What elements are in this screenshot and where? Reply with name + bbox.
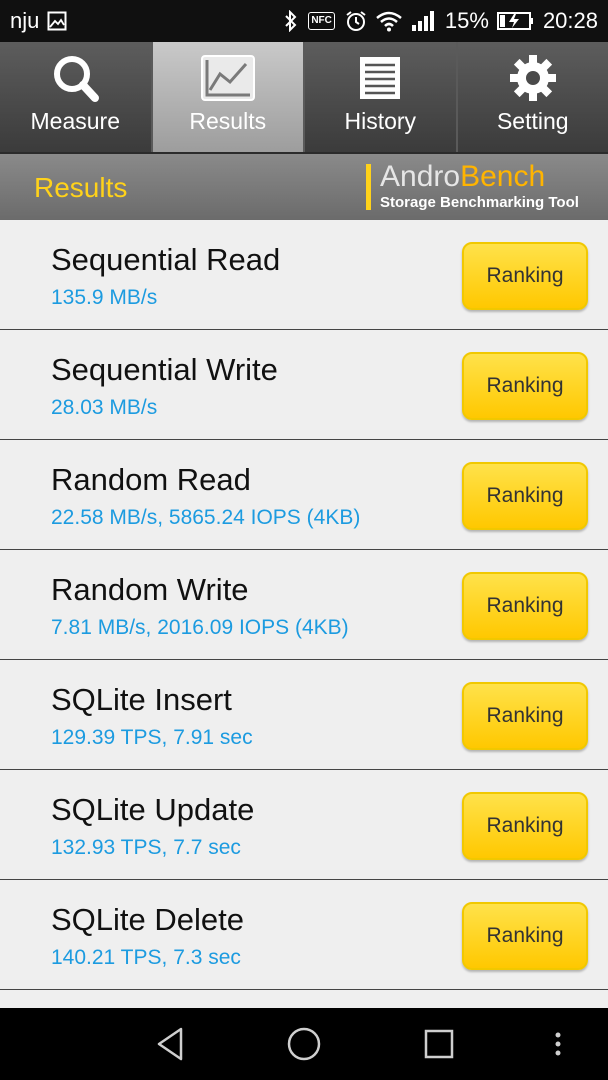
ranking-button[interactable]: Ranking <box>462 242 588 310</box>
result-value: 135.9 MB/s <box>51 286 158 309</box>
home-icon[interactable] <box>282 1022 326 1066</box>
result-value: 7.81 MB/s, 2016.09 IOPS (4KB) <box>51 616 349 639</box>
result-value: 132.93 TPS, 7.7 sec <box>51 836 241 859</box>
ranking-button[interactable]: Ranking <box>462 902 588 970</box>
alarm-icon <box>345 10 367 32</box>
bluetooth-icon <box>284 10 298 32</box>
system-nav-bar <box>0 1008 608 1080</box>
result-name: SQLite Insert <box>51 682 232 717</box>
tab-measure[interactable]: Measure <box>0 42 153 152</box>
back-icon[interactable] <box>148 1024 192 1064</box>
image-icon <box>47 11 67 31</box>
results-list: Sequential Read 135.9 MB/s Ranking Seque… <box>0 220 608 990</box>
result-sqlite-update: SQLite Update 132.93 TPS, 7.7 sec Rankin… <box>0 770 608 880</box>
tab-history[interactable]: History <box>305 42 458 152</box>
result-random-read: Random Read 22.58 MB/s, 5865.24 IOPS (4K… <box>0 440 608 550</box>
ranking-button[interactable]: Ranking <box>462 572 588 640</box>
document-icon <box>352 54 408 102</box>
tab-results[interactable]: Results <box>152 42 305 152</box>
logo-bench: Bench <box>460 160 546 193</box>
ranking-button[interactable]: Ranking <box>462 682 588 750</box>
tab-setting[interactable]: Setting <box>457 42 608 152</box>
result-sequential-write: Sequential Write 28.03 MB/s Ranking <box>0 330 608 440</box>
chart-icon <box>200 54 256 102</box>
signal-icon <box>411 10 437 32</box>
result-sequential-read: Sequential Read 135.9 MB/s Ranking <box>0 220 608 330</box>
result-value: 140.21 TPS, 7.3 sec <box>51 946 241 969</box>
wifi-icon <box>375 10 403 32</box>
result-name: Random Read <box>51 462 251 497</box>
gear-icon <box>505 54 561 102</box>
tab-label: History <box>344 108 417 134</box>
result-value: 22.58 MB/s, 5865.24 IOPS (4KB) <box>51 506 361 529</box>
result-name: Random Write <box>51 572 249 607</box>
carrier-name: nju <box>10 8 40 33</box>
result-sqlite-delete: SQLite Delete 140.21 TPS, 7.3 sec Rankin… <box>0 880 608 990</box>
nfc-icon: NFC <box>308 12 335 30</box>
tab-label: Setting <box>496 108 569 134</box>
androbench-logo: AndroBench Storage Benchmarking Tool <box>366 160 596 214</box>
tab-bar: Measure Results History Setting <box>0 42 608 152</box>
result-value: 129.39 TPS, 7.91 sec <box>51 726 253 749</box>
clock: 20:28 <box>542 8 598 33</box>
logo-accent-bar <box>366 164 371 210</box>
search-icon <box>47 54 103 102</box>
result-sqlite-insert: SQLite Insert 129.39 TPS, 7.91 sec Ranki… <box>0 660 608 770</box>
battery-percent: 15% <box>444 8 489 33</box>
result-name: SQLite Update <box>51 792 255 827</box>
logo-tagline: Storage Benchmarking Tool <box>380 194 579 211</box>
ranking-button[interactable]: Ranking <box>462 352 588 420</box>
tab-label: Measure <box>30 108 120 134</box>
results-header: Results AndroBench Storage Benchmarking … <box>0 152 608 220</box>
result-random-write: Random Write 7.81 MB/s, 2016.09 IOPS (4K… <box>0 550 608 660</box>
result-name: Sequential Read <box>51 242 281 277</box>
page-title: Results <box>34 172 128 203</box>
result-name: SQLite Delete <box>51 902 244 937</box>
ranking-button[interactable]: Ranking <box>462 792 588 860</box>
logo-andro: Andro <box>380 160 461 193</box>
battery-charging-icon <box>496 11 535 31</box>
recents-icon[interactable] <box>418 1024 460 1064</box>
logo-wordmark: AndroBench <box>380 160 545 194</box>
result-value: 28.03 MB/s <box>51 396 158 419</box>
tab-label: Results <box>189 108 267 134</box>
ranking-button[interactable]: Ranking <box>462 462 588 530</box>
more-icon[interactable] <box>546 1026 570 1062</box>
result-name: Sequential Write <box>51 352 278 387</box>
status-bar: nju NFC 15% 20:28 <box>0 0 608 42</box>
